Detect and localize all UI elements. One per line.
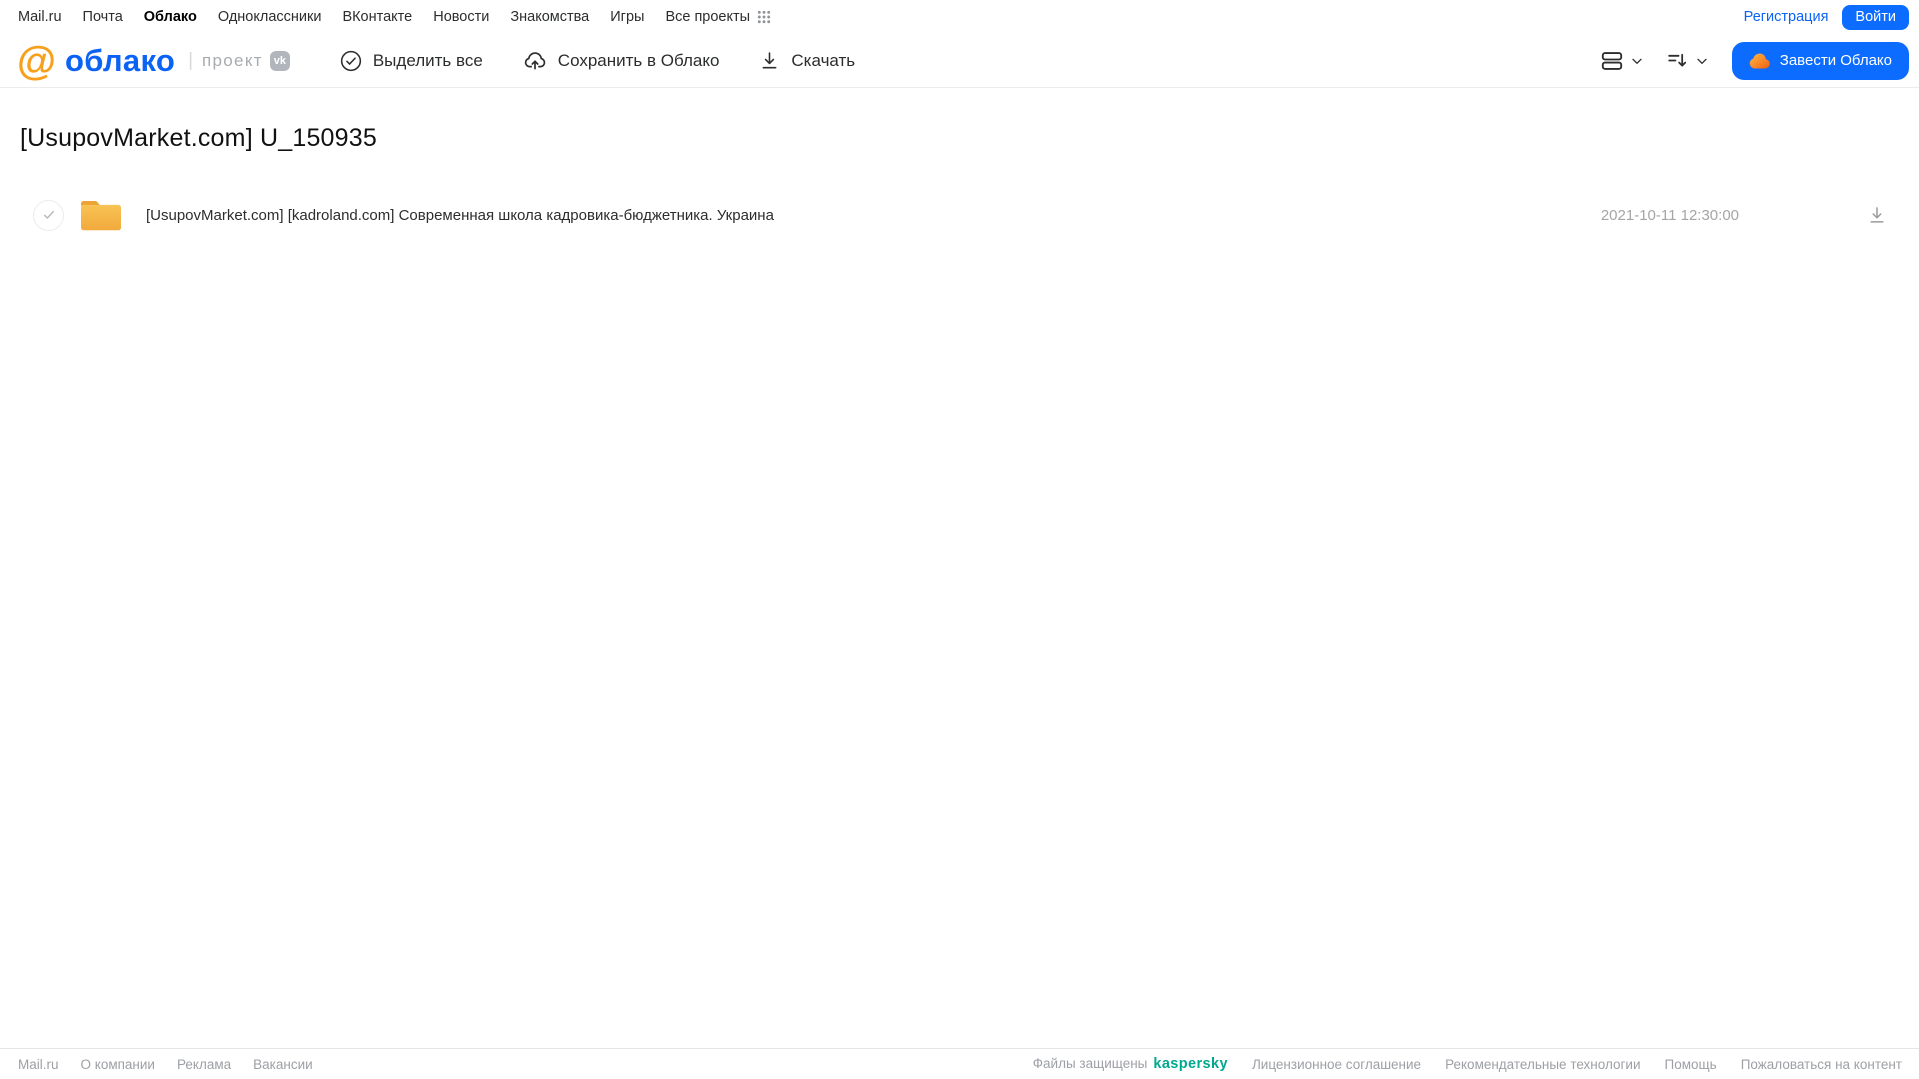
files-protected-label: Файлы защищены <box>1032 1056 1148 1071</box>
sort-control[interactable] <box>1665 48 1710 73</box>
footer-left-links: Mail.ru О компании Реклама Вакансии <box>18 1057 313 1072</box>
nav-item-dating[interactable]: Знакомства <box>510 9 589 25</box>
cloud-logo[interactable]: @ облако | проект vk <box>17 38 290 83</box>
nav-item-mailru[interactable]: Mail.ru <box>18 9 62 25</box>
save-to-cloud-button[interactable]: Сохранить в Облако <box>523 49 720 73</box>
cloud-icon <box>1749 53 1771 69</box>
header-right-controls: Завести Облако <box>1599 41 1909 80</box>
footer-link-mailru[interactable]: Mail.ru <box>18 1057 59 1072</box>
footer-link-report-content[interactable]: Пожаловаться на контент <box>1741 1057 1902 1072</box>
portal-nav-links: Mail.ru Почта Облако Одноклассники ВКонт… <box>18 9 771 25</box>
download-label: Скачать <box>791 50 856 70</box>
folder-icon <box>79 199 123 232</box>
view-mode-control[interactable] <box>1599 48 1645 74</box>
list-view-icon <box>1599 48 1625 74</box>
chevron-down-icon <box>1694 53 1710 69</box>
checkbox-circle-icon <box>41 207 57 223</box>
portal-nav-auth: Регистрация Войти <box>1744 4 1909 30</box>
portal-navbar: Mail.ru Почта Облако Одноклассники ВКонт… <box>0 0 1919 34</box>
file-row[interactable]: [UsupovMarket.com] [kadroland.com] Совре… <box>20 195 1919 235</box>
select-all-button[interactable]: Выделить все <box>340 49 483 73</box>
vk-badge-icon: vk <box>269 50 290 71</box>
chevron-down-icon <box>1629 53 1645 69</box>
kaspersky-protection: Файлы защищены kaspersky <box>1033 1056 1228 1072</box>
footer-link-license[interactable]: Лицензионное соглашение <box>1252 1057 1421 1072</box>
nav-item-odnoklassniki[interactable]: Одноклассники <box>218 9 322 25</box>
footer-link-jobs[interactable]: Вакансии <box>253 1057 313 1072</box>
download-button[interactable]: Скачать <box>759 49 855 73</box>
main-content: [UsupovMarket.com] U_150935 [UsupovMarke… <box>0 124 1919 235</box>
file-date: 2021-10-11 12:30:00 <box>1600 206 1739 224</box>
create-cloud-button[interactable]: Завести Облако <box>1731 41 1909 80</box>
download-icon <box>759 50 780 71</box>
logo-wordmark: облако <box>65 42 176 78</box>
footer-link-recommendation-tech[interactable]: Рекомендательные технологии <box>1445 1057 1640 1072</box>
nav-item-cloud[interactable]: Облако <box>144 9 197 25</box>
footer-right-links: Файлы защищены kaspersky Лицензионное со… <box>1033 1056 1902 1072</box>
page-title: [UsupovMarket.com] U_150935 <box>20 124 377 152</box>
logo-divider: | <box>188 49 194 71</box>
check-circle-icon <box>340 50 362 72</box>
login-button[interactable]: Войти <box>1842 4 1909 30</box>
footer-link-about[interactable]: О компании <box>81 1057 155 1072</box>
nav-item-mail[interactable]: Почта <box>83 9 123 25</box>
row-checkbox[interactable] <box>33 199 64 231</box>
footer-link-help[interactable]: Помощь <box>1665 1057 1717 1072</box>
file-toolbar: Выделить все Сохранить в Облако Скачать <box>340 49 855 73</box>
all-projects-label: Все проекты <box>665 9 751 25</box>
project-label: проект <box>202 50 263 70</box>
sort-icon <box>1665 48 1690 73</box>
create-cloud-label: Завести Облако <box>1779 52 1892 69</box>
row-download-icon[interactable] <box>1867 205 1887 225</box>
mailru-at-icon: @ <box>17 38 57 83</box>
save-to-cloud-label: Сохранить в Облако <box>557 50 720 70</box>
select-all-label: Выделить все <box>372 50 483 70</box>
nav-item-all-projects[interactable]: Все проекты <box>665 9 771 25</box>
page-footer: Mail.ru О компании Реклама Вакансии Файл… <box>0 1048 1919 1079</box>
cloud-upload-icon <box>523 49 547 73</box>
kaspersky-logo[interactable]: kaspersky <box>1153 1056 1228 1072</box>
footer-link-ads[interactable]: Реклама <box>177 1057 231 1072</box>
grid-icon <box>757 10 771 24</box>
registration-link[interactable]: Регистрация <box>1744 9 1829 25</box>
file-name-link[interactable]: [UsupovMarket.com] [kadroland.com] Совре… <box>146 207 774 224</box>
app-header: @ облако | проект vk Выделить все Сохран… <box>0 34 1919 88</box>
nav-item-news[interactable]: Новости <box>433 9 489 25</box>
nav-item-vkontakte[interactable]: ВКонтакте <box>342 9 412 25</box>
nav-item-games[interactable]: Игры <box>610 9 644 25</box>
